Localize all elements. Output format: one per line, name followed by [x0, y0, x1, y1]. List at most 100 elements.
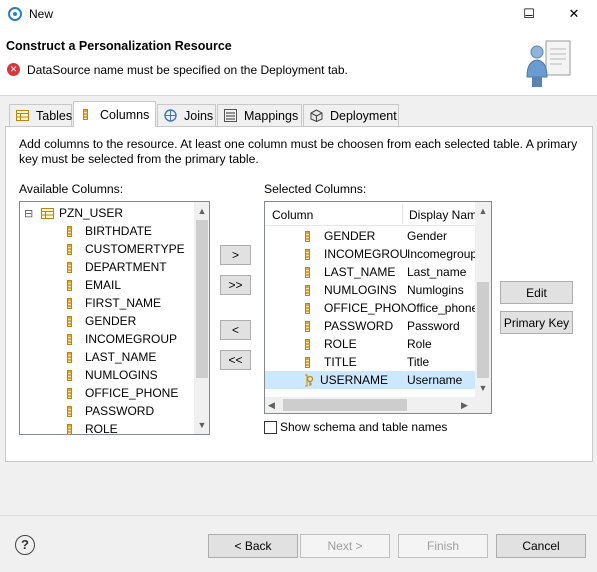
- column-icon: [67, 297, 72, 309]
- cancel-button[interactable]: Cancel: [496, 534, 586, 558]
- column-header[interactable]: Column: [272, 208, 313, 222]
- scroll-up-icon[interactable]: ▲: [475, 203, 491, 219]
- column-name: EMAIL: [85, 278, 122, 292]
- available-column-item[interactable]: PASSWORD: [67, 402, 185, 420]
- help-icon[interactable]: ?: [15, 535, 35, 555]
- column-name: CUSTOMERTYPE: [85, 242, 185, 256]
- display-name-header[interactable]: Display Name: [409, 208, 475, 222]
- selected-columns-table[interactable]: Column Display Name GENDER GenderINCOMEGR…: [264, 201, 492, 414]
- tab-label: Columns: [100, 107, 150, 122]
- column-name: FIRST_NAME: [85, 296, 162, 310]
- primary-key-icon: [305, 374, 314, 386]
- tab-tables[interactable]: Tables: [9, 104, 72, 126]
- primary-key-button[interactable]: Primary Key: [500, 311, 573, 334]
- scroll-thumb[interactable]: [196, 220, 208, 378]
- add-column-button[interactable]: >: [220, 245, 251, 265]
- selected-column-row[interactable]: NUMLOGINS Numlogins: [265, 281, 475, 299]
- available-column-item[interactable]: CUSTOMERTYPE: [67, 240, 185, 258]
- error-message: DataSource name must be specified on the…: [27, 63, 348, 77]
- available-column-item[interactable]: EMAIL: [67, 276, 185, 294]
- selected-vertical-scrollbar[interactable]: ▲ ▼: [475, 202, 491, 397]
- selected-horizontal-scrollbar[interactable]: ◀ ▶: [265, 397, 475, 413]
- display-name-cell[interactable]: Incomegroup: [407, 245, 475, 263]
- scroll-up-icon[interactable]: ▲: [194, 203, 209, 219]
- show-schema-checkbox[interactable]: [264, 420, 277, 434]
- column-name: USERNAME: [320, 373, 389, 387]
- selected-column-row[interactable]: PASSWORD Password: [265, 317, 475, 335]
- selected-column-row[interactable]: GENDER Gender: [265, 227, 475, 245]
- available-columns-list[interactable]: ⊟ PZN_USER BIRTHDATE CUSTOMERTYPE DEPARTME…: [19, 201, 210, 435]
- maximize-button[interactable]: ☐: [506, 0, 552, 28]
- column-icon: [305, 230, 310, 242]
- selected-column-row[interactable]: ROLE Role: [265, 335, 475, 353]
- tree-node-table[interactable]: ⊟ PZN_USER: [24, 204, 123, 222]
- column-cell: NUMLOGINS: [305, 281, 407, 299]
- tab-mappings[interactable]: Mappings: [217, 104, 302, 126]
- table-header: Column Display Name: [265, 202, 475, 226]
- column-cell: LAST_NAME: [305, 263, 407, 281]
- column-name: ROLE: [85, 422, 118, 435]
- display-name-cell[interactable]: Last_name: [407, 263, 475, 281]
- tab-deployment[interactable]: Deployment: [303, 104, 399, 126]
- available-column-item[interactable]: INCOMEGROUP: [67, 330, 185, 348]
- tab-columns[interactable]: Columns: [73, 101, 156, 127]
- header-divider: [402, 204, 403, 224]
- remove-all-columns-button[interactable]: <<: [220, 350, 251, 370]
- close-button[interactable]: ✕: [551, 0, 597, 28]
- wizard-banner-icon: [526, 40, 571, 87]
- table-name: PZN_USER: [59, 206, 124, 220]
- display-name-cell[interactable]: Gender: [407, 227, 475, 245]
- available-column-item[interactable]: GENDER: [67, 312, 185, 330]
- display-name-cell[interactable]: Role: [407, 335, 475, 353]
- column-name: ROLE: [324, 337, 357, 351]
- available-vertical-scrollbar[interactable]: ▲ ▼: [194, 202, 209, 434]
- display-name-cell[interactable]: Office_phone: [407, 299, 475, 317]
- selected-column-row[interactable]: TITLE Title: [265, 353, 475, 371]
- window-title: New: [29, 7, 54, 21]
- scroll-down-icon[interactable]: ▼: [194, 417, 209, 433]
- next-button[interactable]: Next >: [300, 534, 390, 558]
- column-cell: ROLE: [305, 335, 407, 353]
- finish-button[interactable]: Finish: [398, 534, 488, 558]
- available-column-item[interactable]: ROLE: [67, 420, 185, 435]
- add-all-columns-button[interactable]: >>: [220, 275, 251, 295]
- selected-column-row[interactable]: USERNAME Username: [265, 371, 475, 389]
- scroll-right-icon[interactable]: ▶: [461, 397, 473, 413]
- available-column-item[interactable]: LAST_NAME: [67, 348, 185, 366]
- column-icon: [67, 333, 72, 345]
- scroll-left-icon[interactable]: ◀: [268, 397, 280, 413]
- column-icon: [305, 356, 310, 368]
- back-button[interactable]: < Back: [208, 534, 298, 558]
- show-schema-option[interactable]: Show schema and table names: [264, 420, 447, 434]
- display-name-cell[interactable]: Numlogins: [407, 281, 475, 299]
- description-text: Add columns to the resource. At least on…: [19, 137, 578, 166]
- wizard-header: Construct a Personalization Resource ✕ D…: [0, 28, 597, 96]
- display-name-cell[interactable]: Username: [407, 371, 475, 389]
- available-column-item[interactable]: DEPARTMENT: [67, 258, 185, 276]
- collapse-icon[interactable]: ⊟: [24, 207, 37, 220]
- scroll-down-icon[interactable]: ▼: [475, 380, 491, 396]
- display-name-cell[interactable]: Password: [407, 317, 475, 335]
- available-column-item[interactable]: OFFICE_PHONE: [67, 384, 185, 402]
- display-name-cell[interactable]: Title: [407, 353, 475, 371]
- column-name: OFFICE_PHONE: [324, 301, 407, 315]
- selected-column-row[interactable]: LAST_NAME Last_name: [265, 263, 475, 281]
- scroll-thumb[interactable]: [477, 282, 489, 378]
- h-scroll-thumb[interactable]: [283, 399, 407, 411]
- column-name: INCOMEGROUP: [324, 247, 407, 261]
- remove-column-button[interactable]: <: [220, 320, 251, 340]
- tab-joins[interactable]: Joins: [157, 104, 216, 126]
- column-name: PASSWORD: [324, 319, 394, 333]
- selected-column-row[interactable]: INCOMEGROUP Incomegroup: [265, 245, 475, 263]
- scroll-corner: [475, 397, 491, 413]
- table-icon: [41, 207, 54, 220]
- edit-button[interactable]: Edit: [500, 281, 573, 304]
- available-column-item[interactable]: NUMLOGINS: [67, 366, 185, 384]
- column-cell: USERNAME: [305, 371, 407, 389]
- selected-column-row[interactable]: OFFICE_PHONEOffice_phone: [265, 299, 475, 317]
- column-cell: INCOMEGROUP: [305, 245, 407, 263]
- mappings-icon: [224, 109, 237, 122]
- available-column-item[interactable]: BIRTHDATE: [67, 222, 185, 240]
- column-icon: [305, 338, 310, 350]
- available-column-item[interactable]: FIRST_NAME: [67, 294, 185, 312]
